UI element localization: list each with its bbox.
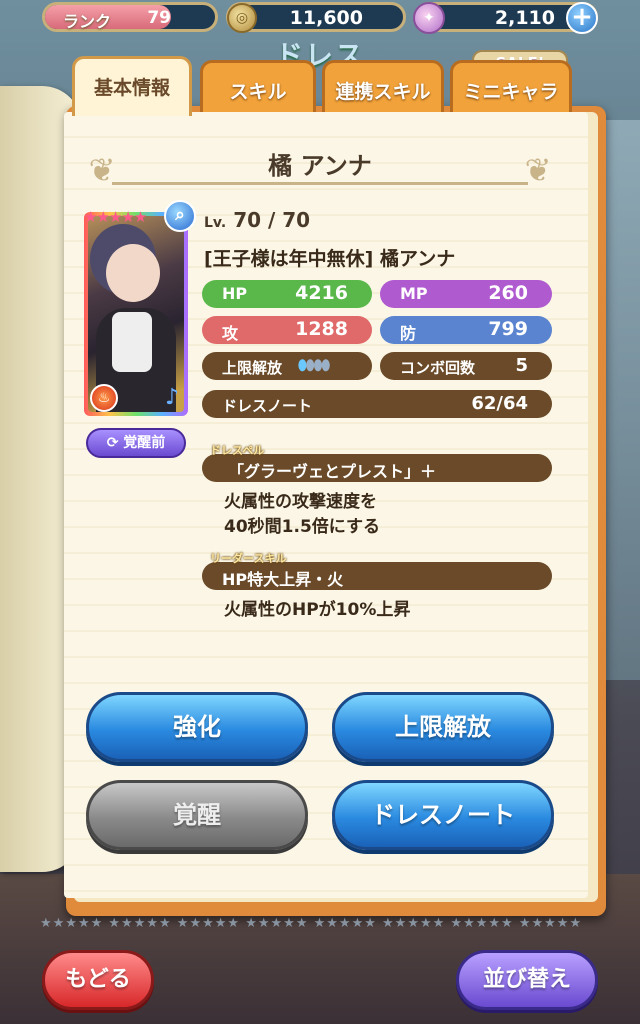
dress-title: [王子様は年中無休] 橘アンナ (204, 248, 456, 270)
rarity-stars: ★★★★★ (84, 208, 147, 226)
music-note-icon: ♪ (164, 385, 180, 410)
attack-label: 攻 (222, 324, 239, 343)
leader-skill-description: 火属性のHPが10%上昇 (224, 600, 411, 620)
sort-button[interactable]: 並び替え (456, 950, 598, 1010)
dress-note-label: ドレスノート (222, 397, 313, 415)
defense-stat: 防 799 (380, 316, 552, 344)
limit-break-button[interactable]: 上限解放 (332, 692, 554, 762)
add-gems-button[interactable]: + (566, 2, 598, 34)
mp-label: MP (400, 284, 428, 303)
decorative-star-strip: ★★★★★ ★★★★★ ★★★★★ ★★★★★ ★★★★★ ★★★★★ ★★★★… (40, 916, 583, 931)
dress-spell-description: 火属性の攻撃速度を 40秒間1.5倍にする (224, 490, 380, 540)
awaken-button[interactable]: 覚醒 (86, 780, 308, 850)
attack-stat: 攻 1288 (202, 316, 372, 344)
tab-mini-chara[interactable]: ミニキャラ (450, 60, 572, 112)
portrait-face (106, 244, 160, 302)
rank-label: ランク (63, 12, 112, 31)
swirl-ornament-icon: ❦ (88, 151, 116, 189)
leader-skill-tag: リーダースキル (210, 552, 287, 565)
rank-value: 79 (147, 8, 171, 28)
dress-spell-name: 「グラーヴェとプレスト」＋ (228, 462, 437, 481)
tab-skill[interactable]: スキル (200, 60, 316, 112)
coin-icon: ◎ (227, 3, 257, 33)
combo-label: コンボ回数 (400, 359, 476, 377)
zoom-icon[interactable]: ⌕ (164, 200, 196, 232)
character-portrait (88, 216, 184, 412)
limit-break-gems-icon: ⬮⬮⬮⬮ (298, 358, 330, 374)
tab-link-skill[interactable]: 連携スキル (322, 60, 444, 112)
hp-value: 4216 (295, 282, 348, 304)
coin-value: 11,600 (289, 7, 363, 29)
level-value: 70 / 70 (233, 208, 311, 232)
gem-value: 2,110 (494, 7, 555, 29)
enhance-button[interactable]: 強化 (86, 692, 308, 762)
mp-stat: MP 260 (380, 280, 552, 308)
limit-gem-icon: ⬮ (298, 358, 307, 374)
leader-skill-bar: HP特大上昇・火 (202, 562, 552, 590)
swirl-ornament-icon: ❦ (524, 151, 552, 189)
limit-break-label: 上限解放 (222, 359, 283, 377)
defense-value: 799 (488, 318, 528, 340)
header-divider (112, 182, 528, 185)
awaken-state-toggle[interactable]: ⟳ 覚醒前 (86, 428, 186, 458)
limit-break-stat: 上限解放 ⬮⬮⬮⬮ (202, 352, 372, 380)
dress-spell-desc-line: 火属性の攻撃速度を (224, 492, 377, 512)
combo-stat: コンボ回数 5 (380, 352, 552, 380)
rank-meter: ランク 79 (42, 2, 218, 32)
fire-element-icon: ♨ (90, 384, 118, 412)
defense-label: 防 (400, 324, 417, 343)
dress-spell-tag: ドレスペル (210, 444, 265, 457)
limit-gem-icon: ⬮ (305, 358, 315, 374)
tab-basic-info[interactable]: 基本情報 (72, 56, 192, 116)
gem-icon: ✦ (413, 2, 445, 34)
coin-counter: ◎ 11,600 (226, 2, 406, 33)
dress-spell-desc-line: 40秒間1.5倍にする (224, 517, 380, 537)
awaken-state-label: 覚醒前 (123, 435, 166, 451)
level-prefix: Lv. (204, 215, 227, 231)
top-status-bar: ランク 79 ◎ 11,600 ✦ 2,110 + (0, 0, 640, 36)
portrait-shirt (112, 312, 152, 372)
leader-skill-name: HP特大上昇・火 (222, 570, 344, 589)
dress-note-button[interactable]: ドレスノート (332, 780, 554, 850)
hp-stat: HP 4216 (202, 280, 372, 308)
character-name-header: ❦ ❦ 橘 アンナ (72, 144, 568, 194)
mp-value: 260 (488, 282, 528, 304)
dress-spell-bar: 「グラーヴェとプレスト」＋ (202, 454, 552, 482)
level-display: Lv. 70 / 70 (204, 208, 310, 232)
hp-label: HP (222, 284, 248, 303)
attack-value: 1288 (295, 318, 348, 340)
limit-gem-icon: ⬮ (321, 358, 330, 374)
back-button[interactable]: もどる (42, 950, 154, 1010)
dress-note-stat: ドレスノート 62/64 (202, 390, 552, 418)
character-name: 橘 アンナ (268, 152, 372, 180)
combo-value: 5 (515, 355, 528, 376)
dress-note-value: 62/64 (471, 393, 528, 414)
